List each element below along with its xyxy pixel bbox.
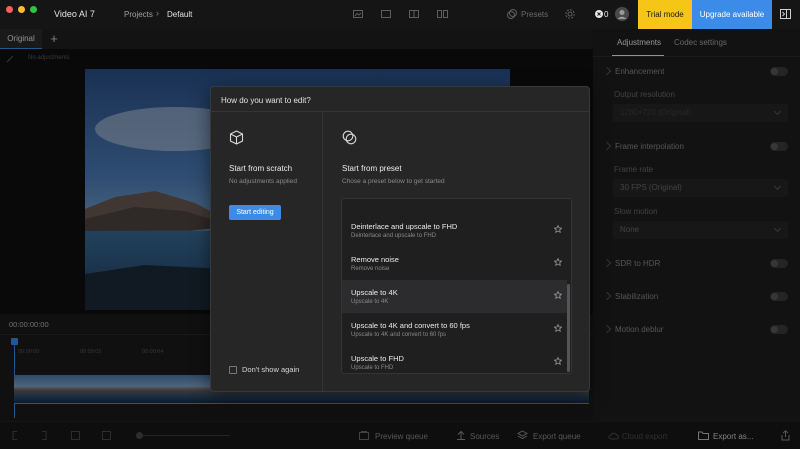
preset-item[interactable]: Upscale to 4K and convert to 60 fps Upsc… — [342, 313, 567, 346]
star-icon[interactable] — [554, 258, 562, 266]
upgrade-button[interactable]: Upgrade available — [692, 0, 772, 29]
preset-name: Upscale to 4K and convert to 60 fps — [351, 321, 470, 330]
title-bar: Video AI 7 Projects › Default Presets 0 … — [0, 0, 800, 29]
preset-subtitle: Chose a preset below to get started — [342, 178, 445, 185]
dont-show-again-label: Don't show again — [242, 365, 300, 374]
star-icon[interactable] — [554, 225, 562, 233]
side-by-side-view-icon[interactable] — [409, 10, 419, 18]
trial-mode-button[interactable]: Trial mode — [638, 0, 692, 29]
preset-item-selected[interactable]: Upscale to 4K Upscale to 4K — [342, 280, 567, 313]
preset-description: Deinterlace and upscale to FHD — [351, 233, 437, 239]
breadcrumb-projects[interactable]: Projects — [124, 10, 153, 19]
preset-description: Upscale to 4K and convert to 60 fps — [351, 332, 447, 338]
dialog-title: How do you want to edit? — [221, 96, 311, 105]
compare-view-icon[interactable] — [437, 10, 448, 18]
preset-description: Upscale to 4K — [351, 299, 389, 305]
preset-name: Remove noise — [351, 255, 399, 264]
star-icon[interactable] — [554, 324, 562, 332]
preset-description: Remove noise — [351, 266, 390, 272]
settings-gear-icon[interactable] — [565, 9, 575, 19]
star-icon[interactable] — [554, 357, 562, 365]
preset-list-scrollbar[interactable] — [567, 284, 570, 372]
credits-count: 0 — [604, 10, 609, 19]
preset-name: Upscale to 4K — [351, 288, 398, 297]
preset-heading: Start from preset — [342, 164, 402, 173]
checkbox-box[interactable] — [229, 365, 237, 374]
presets-button[interactable]: Presets — [521, 10, 548, 19]
breadcrumb-chevron-icon: › — [156, 8, 159, 18]
preset-item[interactable]: Upscale to FHD Upscale to FHD — [342, 346, 567, 373]
minimize-window-button[interactable] — [18, 6, 25, 13]
breadcrumb-default[interactable]: Default — [167, 10, 192, 19]
dialog-column-divider — [322, 112, 323, 391]
preset-list[interactable]: Deinterlace and upscale to FHD Deinterla… — [341, 198, 572, 374]
preset-item[interactable]: Deinterlace and upscale to FHD Deinterla… — [342, 214, 567, 247]
dialog-divider — [211, 111, 589, 112]
single-view-icon[interactable] — [353, 10, 363, 18]
app-title: Video AI 7 — [54, 9, 95, 19]
close-window-button[interactable] — [6, 6, 13, 13]
fullsize-view-icon[interactable] — [381, 10, 391, 18]
dont-show-again-checkbox[interactable]: Don't show again — [229, 365, 299, 374]
maximize-window-button[interactable] — [30, 6, 37, 13]
preset-item[interactable]: Remove noise Remove noise — [342, 247, 567, 280]
cube-icon — [229, 130, 244, 145]
presets-circles-icon — [342, 130, 357, 145]
preset-description: Upscale to FHD — [351, 365, 394, 371]
start-editing-button[interactable]: Start editing — [229, 205, 281, 220]
preset-name: Upscale to FHD — [351, 354, 404, 363]
star-icon[interactable] — [554, 291, 562, 299]
presets-icon[interactable] — [507, 9, 517, 19]
avatar[interactable] — [615, 7, 629, 21]
scratch-heading: Start from scratch — [229, 164, 293, 173]
preset-name: Deinterlace and upscale to FHD — [351, 222, 458, 231]
edit-mode-dialog: How do you want to edit? Start from scra… — [210, 86, 590, 392]
credits-icon — [595, 10, 603, 18]
toggle-panel-icon[interactable] — [780, 9, 791, 19]
scratch-subtitle: No adjustments applied — [229, 178, 297, 185]
